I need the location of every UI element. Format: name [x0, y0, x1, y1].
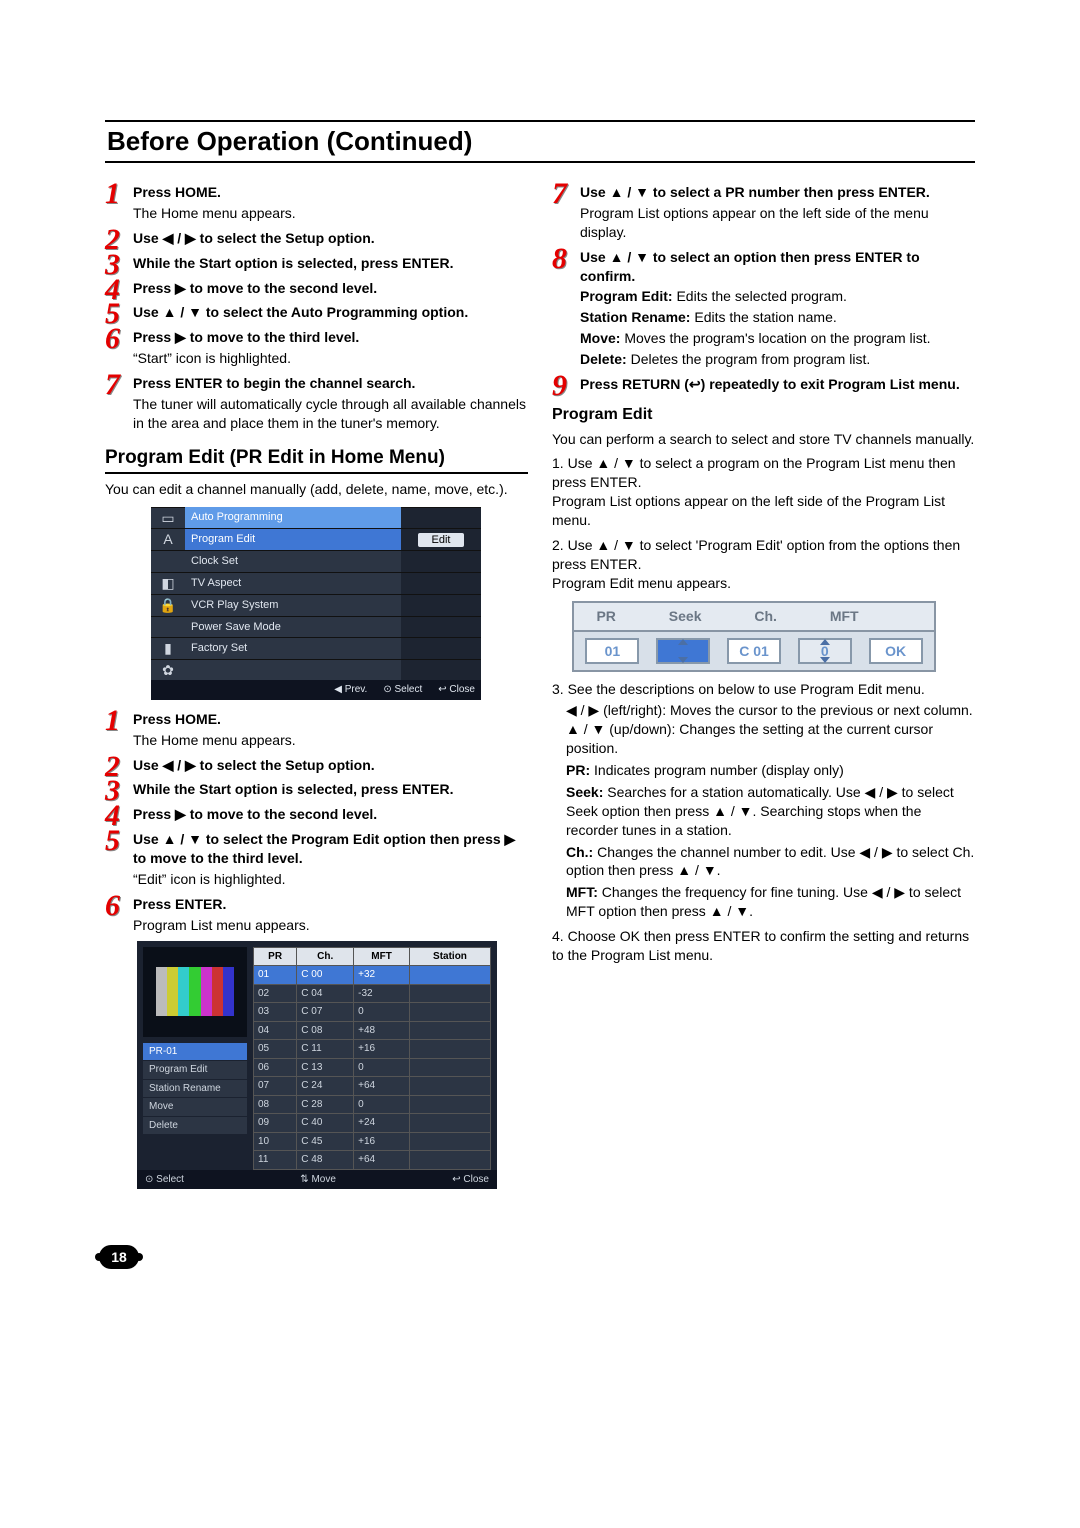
program-table: PRCh.MFTStation01C 00+3202C 04-3203C 070… — [253, 947, 491, 1170]
menu-item: Clock Set — [185, 550, 401, 572]
program-edit-bar: PR Seek Ch. MFT 01 C 01 0 OK — [572, 601, 936, 673]
step-number: 7 — [105, 370, 120, 400]
col-seek: Seek — [669, 607, 702, 626]
left-column: 1Press HOME.The Home menu appears.2Use ◀… — [105, 177, 528, 1199]
step-title: Use ◀ / ▶ to select the Setup option. — [133, 757, 375, 773]
col-pr: PR — [596, 607, 615, 626]
definition: Seek: Searches for a station automatical… — [566, 783, 975, 840]
step-body: The tuner will automatically cycle throu… — [133, 395, 528, 433]
footer-close: ↩ Close — [438, 683, 475, 697]
program-list-screenshot: PR-01 Program Edit Station Rename Move D… — [137, 941, 497, 1190]
right-column: 7 Use ▲ / ▼ to select a PR number then pr… — [552, 177, 975, 1199]
step-number: 7 — [552, 179, 567, 209]
step-title: Press ENTER to begin the channel search. — [133, 375, 415, 391]
step-number: 5 — [105, 826, 120, 856]
definition: MFT: Changes the frequency for fine tuni… — [566, 883, 975, 921]
definition: PR: Indicates program number (display on… — [566, 761, 975, 780]
step-number: 6 — [105, 324, 120, 354]
step-body: The Home menu appears. — [133, 731, 528, 750]
intro-text: You can edit a channel manually (add, de… — [105, 480, 528, 499]
step-number: 6 — [105, 891, 120, 921]
col-mft: MFT — [830, 607, 859, 626]
menu-item: TV Aspect — [185, 572, 401, 594]
side-item: Program Edit — [143, 1061, 247, 1079]
menu-item: Power Save Mode — [185, 616, 401, 638]
step-title: Press ENTER. — [133, 896, 226, 912]
cell-mft: 0 — [798, 638, 852, 665]
list-item: 3. See the descriptions on below to use … — [552, 680, 975, 699]
col-ch: Ch. — [754, 607, 777, 626]
step-body: Program List menu appears. — [133, 916, 528, 935]
menu-item: Program Edit — [185, 528, 401, 550]
step-title: Press ▶ to move to the second level. — [133, 280, 377, 296]
page-number: 18 — [99, 1245, 139, 1269]
step-body: The Home menu appears. — [133, 204, 528, 223]
list-item: 2. Use ▲ / ▼ to select 'Program Edit' op… — [552, 536, 975, 593]
step-title: Press HOME. — [133, 711, 221, 727]
setup-menu-screenshot: ▭ Auto Programming A Program Edit Edit C… — [151, 507, 481, 699]
step-title: While the Start option is selected, pres… — [133, 781, 454, 797]
step-title: Press RETURN (↩) repeatedly to exit Prog… — [580, 376, 960, 392]
footer-select: ⊙ Select — [383, 683, 422, 697]
disc-icon: ◧ — [161, 574, 174, 593]
footer-select: ⊙ Select — [145, 1173, 184, 1187]
step-body: “Start” icon is highlighted. — [133, 349, 528, 368]
definition: Delete: Deletes the program from program… — [580, 350, 975, 369]
cell-seek — [656, 638, 710, 665]
footer-prev: ◀ Prev. — [334, 683, 367, 697]
step-title: Use ▲ / ▼ to select the Auto Programming… — [133, 304, 468, 320]
page-title: Before Operation (Continued) — [105, 120, 975, 163]
bullet: ◀ / ▶ (left/right): Moves the cursor to … — [552, 701, 975, 720]
bullet: ▲ / ▼ (up/down): Changes the setting at … — [552, 720, 975, 758]
paragraph: You can perform a search to select and s… — [552, 430, 975, 449]
step-number: 1 — [105, 706, 120, 736]
flag-icon: ▮ — [164, 639, 172, 658]
list-item: 1. Use ▲ / ▼ to select a program on the … — [552, 454, 975, 530]
a-icon: A — [163, 530, 172, 549]
definition: Station Rename: Edits the station name. — [580, 308, 975, 327]
cell-ch: C 01 — [727, 638, 781, 665]
menu-head: Auto Programming — [185, 507, 401, 528]
subheading-program-edit: Program Edit — [552, 404, 975, 426]
edit-button: Edit — [418, 533, 465, 547]
section-pr-edit: Program Edit (PR Edit in Home Menu) — [105, 445, 528, 475]
side-item: Move — [143, 1098, 247, 1116]
cell-pr: 01 — [585, 638, 639, 665]
step-title: Press ▶ to move to the third level. — [133, 329, 359, 345]
step-body: “Edit” icon is highlighted. — [133, 870, 528, 889]
step-title: Press ▶ to move to the second level. — [133, 806, 377, 822]
footer-move: ⇅ Move — [300, 1173, 336, 1187]
step-title: Press HOME. — [133, 184, 221, 200]
step-title: While the Start option is selected, pres… — [133, 255, 454, 271]
footer-close: ↩ Close — [452, 1173, 489, 1187]
list-item: 4. Choose OK then press ENTER to confirm… — [552, 927, 975, 965]
side-item: Station Rename — [143, 1080, 247, 1098]
menu-item: Factory Set — [185, 637, 401, 659]
definition: Program Edit: Edits the selected program… — [580, 287, 975, 306]
step-number: 1 — [105, 179, 120, 209]
step-title: Use ▲ / ▼ to select an option then press… — [580, 249, 920, 284]
lock-icon: 🔒 — [159, 596, 176, 615]
tv-icon: ▭ — [161, 509, 174, 528]
step-number: 9 — [552, 371, 567, 401]
step-title: Use ▲ / ▼ to select a PR number then pre… — [580, 184, 930, 200]
menu-item: VCR Play System — [185, 594, 401, 616]
side-head: PR-01 — [143, 1043, 247, 1061]
side-item: Delete — [143, 1117, 247, 1135]
definition: Move: Moves the program's location on th… — [580, 329, 975, 348]
definition: Ch.: Changes the channel number to edit.… — [566, 843, 975, 881]
step-number: 8 — [552, 244, 567, 274]
cell-ok: OK — [869, 638, 923, 665]
gear-icon: ✿ — [162, 661, 174, 680]
step-title: Use ◀ / ▶ to select the Setup option. — [133, 230, 375, 246]
step-title: Use ▲ / ▼ to select the Program Edit opt… — [133, 831, 515, 866]
step-body: Program List options appear on the left … — [580, 204, 975, 242]
